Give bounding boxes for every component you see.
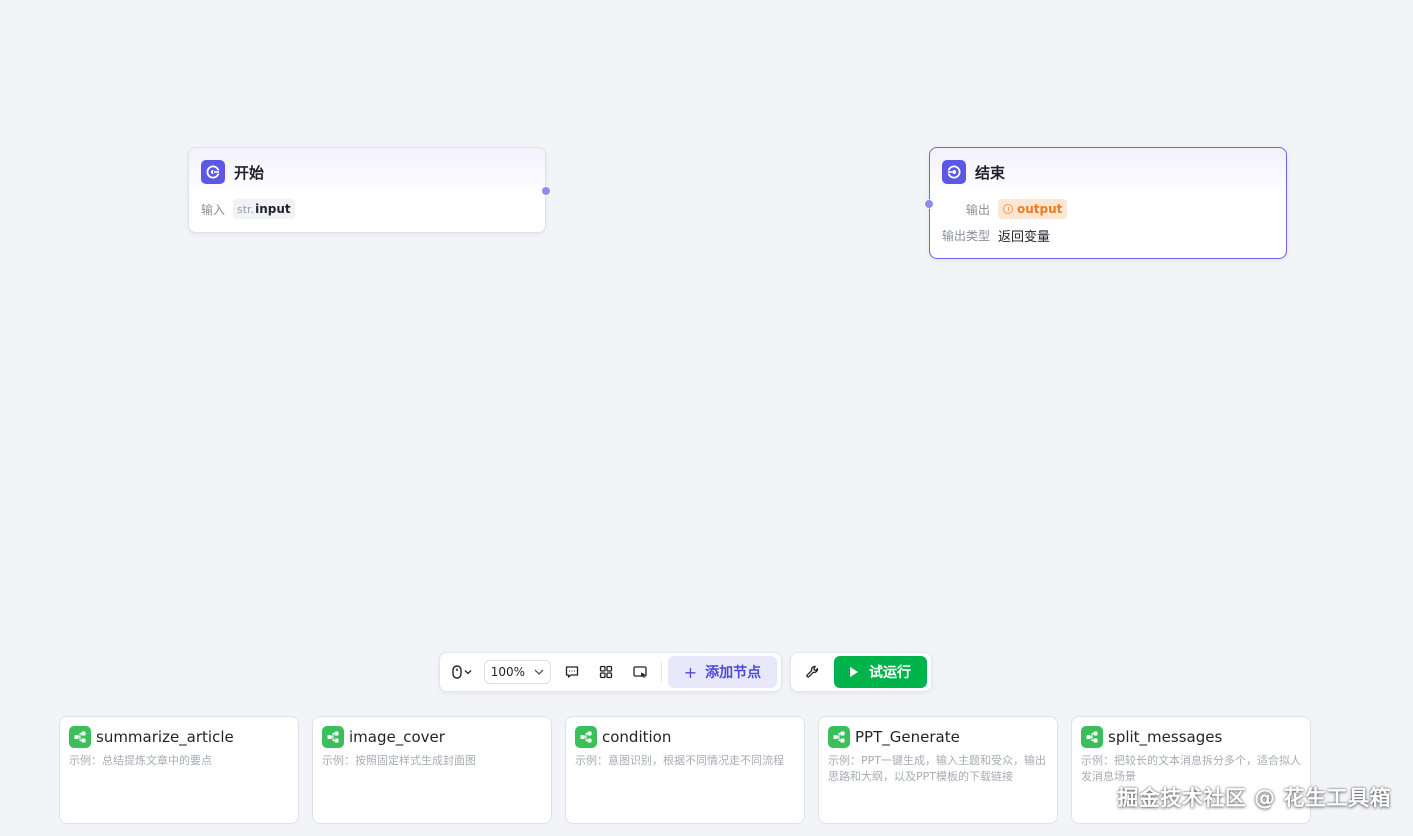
end-input-port[interactable] <box>924 199 934 209</box>
auto-layout-button[interactable] <box>591 657 621 687</box>
input-variable-tag: str. input <box>233 199 295 219</box>
plus-icon: + <box>683 662 698 682</box>
run-button[interactable]: 试运行 <box>834 656 927 688</box>
variable-name: input <box>255 202 291 216</box>
workflow-icon <box>828 726 850 748</box>
start-node-header: 开始 <box>189 148 545 196</box>
start-input-row: 输入 str. input <box>201 196 533 222</box>
grid-icon <box>599 665 613 679</box>
comment-icon <box>566 666 579 678</box>
workflow-icon <box>322 726 344 748</box>
add-node-label: 添加节点 <box>705 665 762 681</box>
template-title: image_cover <box>349 728 445 746</box>
variable-type: str. <box>237 202 255 216</box>
end-node-header: 结束 <box>930 148 1286 196</box>
zoom-value: 100% <box>490 665 526 679</box>
comment-button[interactable] <box>557 657 587 687</box>
template-description: 示例：按照固定样式生成封面图 <box>322 754 476 767</box>
workflow-icon <box>69 726 91 748</box>
template-description: 示例：PPT一键生成，输入主题和受众，输出思路和大纲，以及PPT模板的下载链接 <box>828 754 1046 783</box>
toolbar-divider <box>660 662 662 682</box>
end-output-type-row: 输出类型 返回变量 <box>942 222 1274 248</box>
warning-icon <box>1003 204 1013 214</box>
chevron-down-icon <box>534 669 544 675</box>
start-node-icon <box>201 160 225 184</box>
template-card-image-cover[interactable]: image_cover 示例：按照固定样式生成封面图 <box>312 716 552 824</box>
run-toolbar: 试运行 <box>790 652 932 692</box>
template-description: 示例：把较长的文本消息拆分多个，适合拟人发消息场景 <box>1081 754 1301 783</box>
watermark: 掘金技术社区 @ 花生工具箱 <box>1117 786 1391 810</box>
template-title: condition <box>602 728 672 746</box>
start-node[interactable]: 开始 输入 str. input <box>188 147 551 233</box>
minimap-button[interactable] <box>625 657 655 687</box>
run-label: 试运行 <box>869 665 911 681</box>
minimap-icon <box>633 666 647 678</box>
output-variable-name: output <box>1017 202 1063 216</box>
add-node-button[interactable]: + 添加节点 <box>667 656 778 688</box>
template-description: 示例：意图识别，根据不同情况走不同流程 <box>575 754 784 767</box>
output-variable-tag: output <box>998 199 1068 219</box>
end-node-title: 结束 <box>975 163 1006 182</box>
end-output-row: 输出 output <box>942 196 1274 222</box>
output-label: 输出 <box>965 202 990 217</box>
end-node-icon <box>942 160 966 184</box>
template-card-summarize-article[interactable]: summarize_article 示例：总结提炼文章中的要点 <box>59 716 299 824</box>
template-title: split_messages <box>1108 728 1223 746</box>
template-description: 示例：总结提炼文章中的要点 <box>69 754 212 767</box>
workflow-canvas[interactable]: 开始 输入 str. input 结束 输出 output 输出类型 返回变量 … <box>0 0 1413 836</box>
start-output-port[interactable] <box>541 186 551 196</box>
canvas-toolbar: 100% + 添加节点 <box>439 652 782 692</box>
input-label: 输入 <box>201 202 226 217</box>
workflow-icon <box>575 726 597 748</box>
wrench-icon <box>805 665 818 678</box>
end-node[interactable]: 结束 输出 output 输出类型 返回变量 <box>924 147 1287 259</box>
output-type-label: 输出类型 <box>942 228 991 243</box>
template-title: summarize_article <box>96 728 234 746</box>
settings-button[interactable] <box>797 657 828 687</box>
template-card-condition[interactable]: condition 示例：意图识别，根据不同情况走不同流程 <box>565 716 805 824</box>
play-icon <box>850 667 858 677</box>
template-card-ppt-generate[interactable]: PPT_Generate 示例：PPT一键生成，输入主题和受众，输出思路和大纲，… <box>818 716 1058 824</box>
workflow-icon <box>1081 726 1103 748</box>
start-node-title: 开始 <box>234 163 265 182</box>
pointer-mode-button[interactable] <box>444 657 480 687</box>
mouse-icon <box>452 665 472 679</box>
zoom-select[interactable]: 100% <box>483 660 552 684</box>
template-title: PPT_Generate <box>855 728 960 746</box>
output-type-value: 返回变量 <box>998 229 1051 245</box>
